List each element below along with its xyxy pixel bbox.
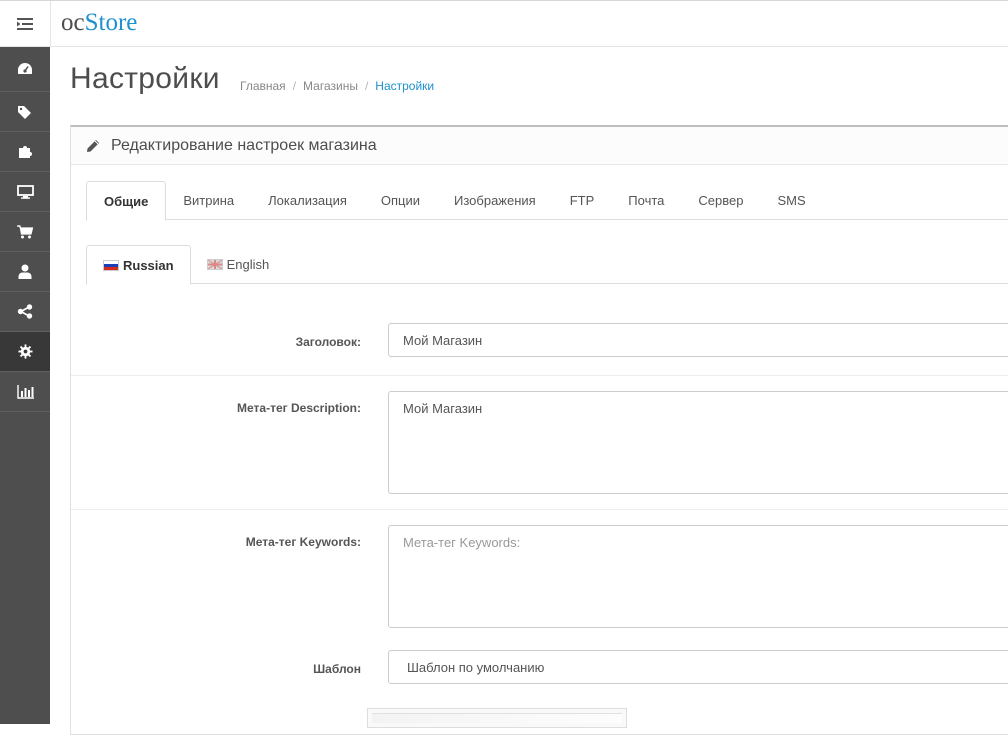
main-content: Настройки Главная / Магазины / Настройки… [50, 47, 1008, 735]
settings-panel: Редактирование настроек магазина Общие В… [70, 125, 1008, 735]
template-preview-strip [372, 713, 622, 723]
form-row-meta-description: Мета-тег Description: Мой Магазин [71, 375, 1008, 510]
puzzle-icon [19, 146, 32, 158]
tab-ftp[interactable]: FTP [553, 181, 612, 220]
tab-sms[interactable]: SMS [760, 181, 822, 220]
tab-storefront[interactable]: Витрина [166, 181, 251, 220]
page-title: Настройки [70, 62, 220, 95]
pencil-icon [86, 139, 100, 153]
form-row-title: Заголовок: Мой Магазин [71, 317, 1008, 376]
tab-localisation[interactable]: Локализация [251, 181, 364, 220]
sidebar-item-catalog[interactable] [0, 92, 50, 132]
menu-toggle-button[interactable] [0, 1, 51, 47]
breadcrumb-stores[interactable]: Магазины [303, 79, 358, 93]
menu-indent-icon [17, 18, 33, 30]
sidebar-item-design[interactable] [0, 172, 50, 212]
cog-icon [17, 344, 33, 359]
tab-mail[interactable]: Почта [611, 181, 681, 220]
panel-heading-text: Редактирование настроек магазина [111, 136, 377, 154]
sidebar-nav [0, 47, 50, 724]
template-select[interactable]: Шаблон по умолчанию [388, 650, 1008, 684]
tab-server[interactable]: Сервер [681, 181, 760, 220]
language-tabs: Russian English [86, 245, 1008, 285]
sidebar-item-reports[interactable] [0, 372, 50, 412]
tab-images[interactable]: Изображения [437, 181, 553, 220]
title-input[interactable]: Мой Магазин [388, 323, 1008, 357]
bar-chart-icon [16, 384, 34, 399]
title-label: Заголовок: [295, 335, 361, 349]
russia-flag-icon [103, 259, 119, 271]
tab-general[interactable]: Общие [86, 181, 167, 221]
sidebar-item-extensions[interactable] [0, 132, 50, 172]
sidebar-item-dashboard[interactable] [0, 47, 50, 92]
sidebar-item-sales[interactable] [0, 212, 50, 252]
dashboard-icon [18, 63, 32, 74]
meta-keywords-textarea[interactable]: Мета-тег Keywords: [388, 525, 1008, 628]
sidebar-item-system[interactable] [0, 332, 50, 372]
meta-description-textarea[interactable]: Мой Магазин [388, 391, 1008, 494]
panel-heading: Редактирование настроек магазина [71, 127, 1008, 165]
sidebar-item-marketing[interactable] [0, 292, 50, 332]
desktop-icon [16, 184, 34, 199]
tab-options[interactable]: Опции [364, 181, 437, 220]
cart-icon [17, 224, 33, 238]
breadcrumb-separator: / [364, 79, 369, 93]
template-preview-image [367, 708, 627, 728]
lang-tab-english[interactable]: English [191, 245, 286, 284]
oc-store-logo[interactable]: ocStore [61, 9, 137, 37]
top-header: ocStore [0, 0, 1008, 47]
template-label: Шаблон [313, 662, 361, 676]
sidebar-item-customers[interactable] [0, 252, 50, 292]
breadcrumb-settings[interactable]: Настройки [375, 79, 434, 93]
meta-description-label: Мета-тег Description: [237, 401, 361, 415]
form-row-template: Шаблон Шаблон по умолчанию [71, 644, 1008, 704]
breadcrumb-home[interactable]: Главная [240, 79, 286, 93]
lang-tab-label: Russian [123, 257, 174, 273]
logo-store-text: Store [84, 9, 138, 36]
logo-oc-text: oc [61, 9, 85, 36]
tags-icon [18, 105, 31, 119]
uk-flag-icon [206, 259, 223, 270]
form-row-meta-keywords: Мета-тег Keywords: Мета-тег Keywords: [71, 509, 1008, 644]
settings-tabs: Общие Витрина Локализация Опции Изображе… [86, 181, 1008, 221]
breadcrumb-separator: / [292, 79, 297, 93]
lang-tab-russian[interactable]: Russian [86, 245, 191, 285]
share-icon [17, 304, 33, 319]
lang-tab-label: English [226, 257, 270, 272]
user-icon [18, 264, 32, 279]
breadcrumb: Главная / Магазины / Настройки [240, 79, 434, 93]
meta-keywords-label: Мета-тег Keywords: [245, 535, 361, 549]
